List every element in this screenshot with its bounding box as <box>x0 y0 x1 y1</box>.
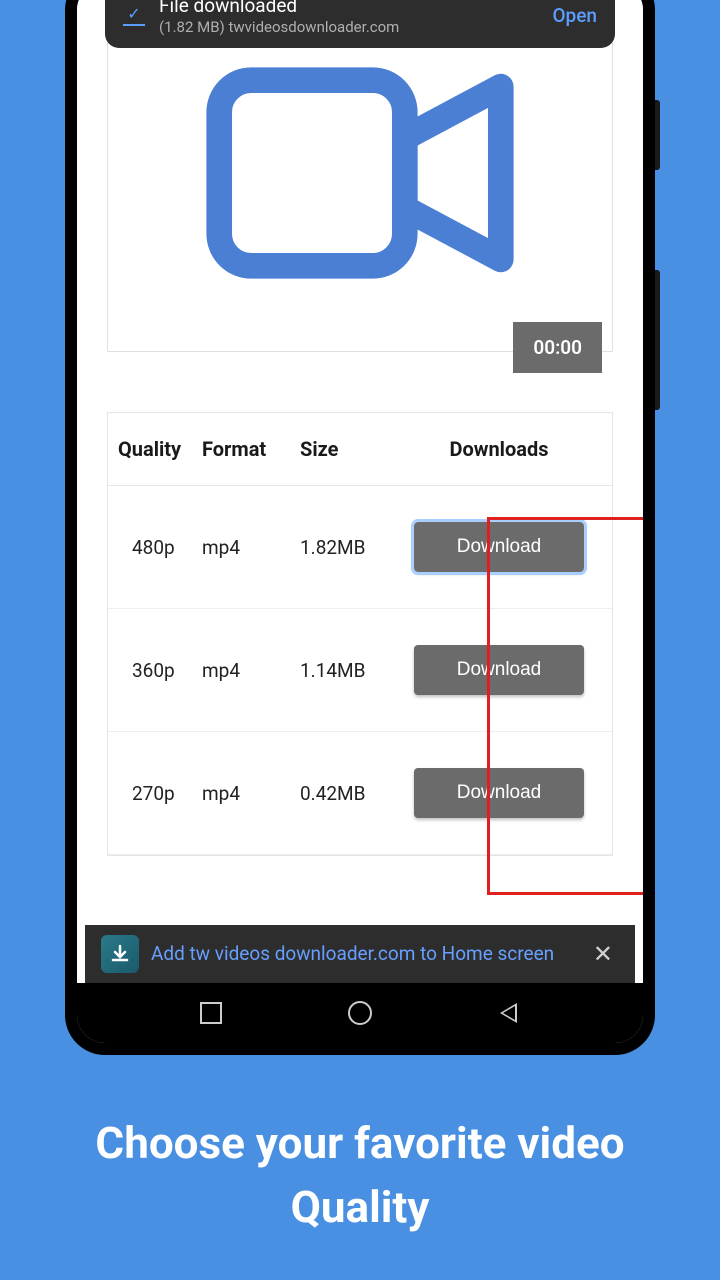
header-size: Size <box>292 437 392 461</box>
video-preview[interactable]: 00:00 <box>107 42 613 352</box>
download-notification[interactable]: ✓ File downloaded (1.82 MB) twvideosdown… <box>105 0 615 48</box>
cell-quality: 480p <box>114 536 202 559</box>
open-button[interactable]: Open <box>552 4 597 27</box>
back-button[interactable] <box>498 1000 520 1026</box>
home-button[interactable] <box>348 1001 372 1025</box>
phone-frame: ✓ File downloaded (1.82 MB) twvideosdown… <box>65 0 655 1055</box>
video-preview-area: 00:00 <box>77 0 643 392</box>
add-to-homescreen-prompt[interactable]: Add tw videos downloader.com to Home scr… <box>85 925 635 983</box>
header-downloads: Downloads <box>392 437 606 461</box>
table-row: 480p mp4 1.82MB Download <box>108 486 612 609</box>
android-nav-bar <box>77 983 643 1043</box>
download-button[interactable]: Download <box>414 645 584 695</box>
notification-subtitle: (1.82 MB) twvideosdownloader.com <box>159 18 399 36</box>
check-icon: ✓ <box>123 4 145 26</box>
promo-caption: Choose your favorite video Quality <box>0 1112 720 1240</box>
notification-title: File downloaded <box>159 0 399 17</box>
cell-quality: 360p <box>114 659 202 682</box>
cell-size: 0.42MB <box>292 782 392 805</box>
download-arrow-icon <box>101 935 139 973</box>
table-row: 270p mp4 0.42MB Download <box>108 732 612 855</box>
recents-button[interactable] <box>200 1002 222 1024</box>
cell-size: 1.82MB <box>292 536 392 559</box>
table-row: 360p mp4 1.14MB Download <box>108 609 612 732</box>
prompt-text: Add tw videos downloader.com to Home scr… <box>151 941 575 967</box>
cell-format: mp4 <box>202 536 292 559</box>
cell-format: mp4 <box>202 659 292 682</box>
download-button[interactable]: Download <box>414 522 584 572</box>
video-duration-badge: 00:00 <box>513 322 602 373</box>
header-format: Format <box>202 437 292 461</box>
video-camera-icon <box>200 43 520 307</box>
header-quality: Quality <box>114 437 202 461</box>
phone-side-button <box>655 100 660 170</box>
phone-side-button <box>655 270 660 410</box>
quality-table: Quality Format Size Downloads 480p mp4 1… <box>107 412 613 856</box>
table-header-row: Quality Format Size Downloads <box>108 413 612 486</box>
close-icon[interactable]: ✕ <box>587 936 619 972</box>
cell-format: mp4 <box>202 782 292 805</box>
phone-screen: ✓ File downloaded (1.82 MB) twvideosdown… <box>77 0 643 1043</box>
download-button[interactable]: Download <box>414 768 584 818</box>
cell-size: 1.14MB <box>292 659 392 682</box>
cell-quality: 270p <box>114 782 202 805</box>
